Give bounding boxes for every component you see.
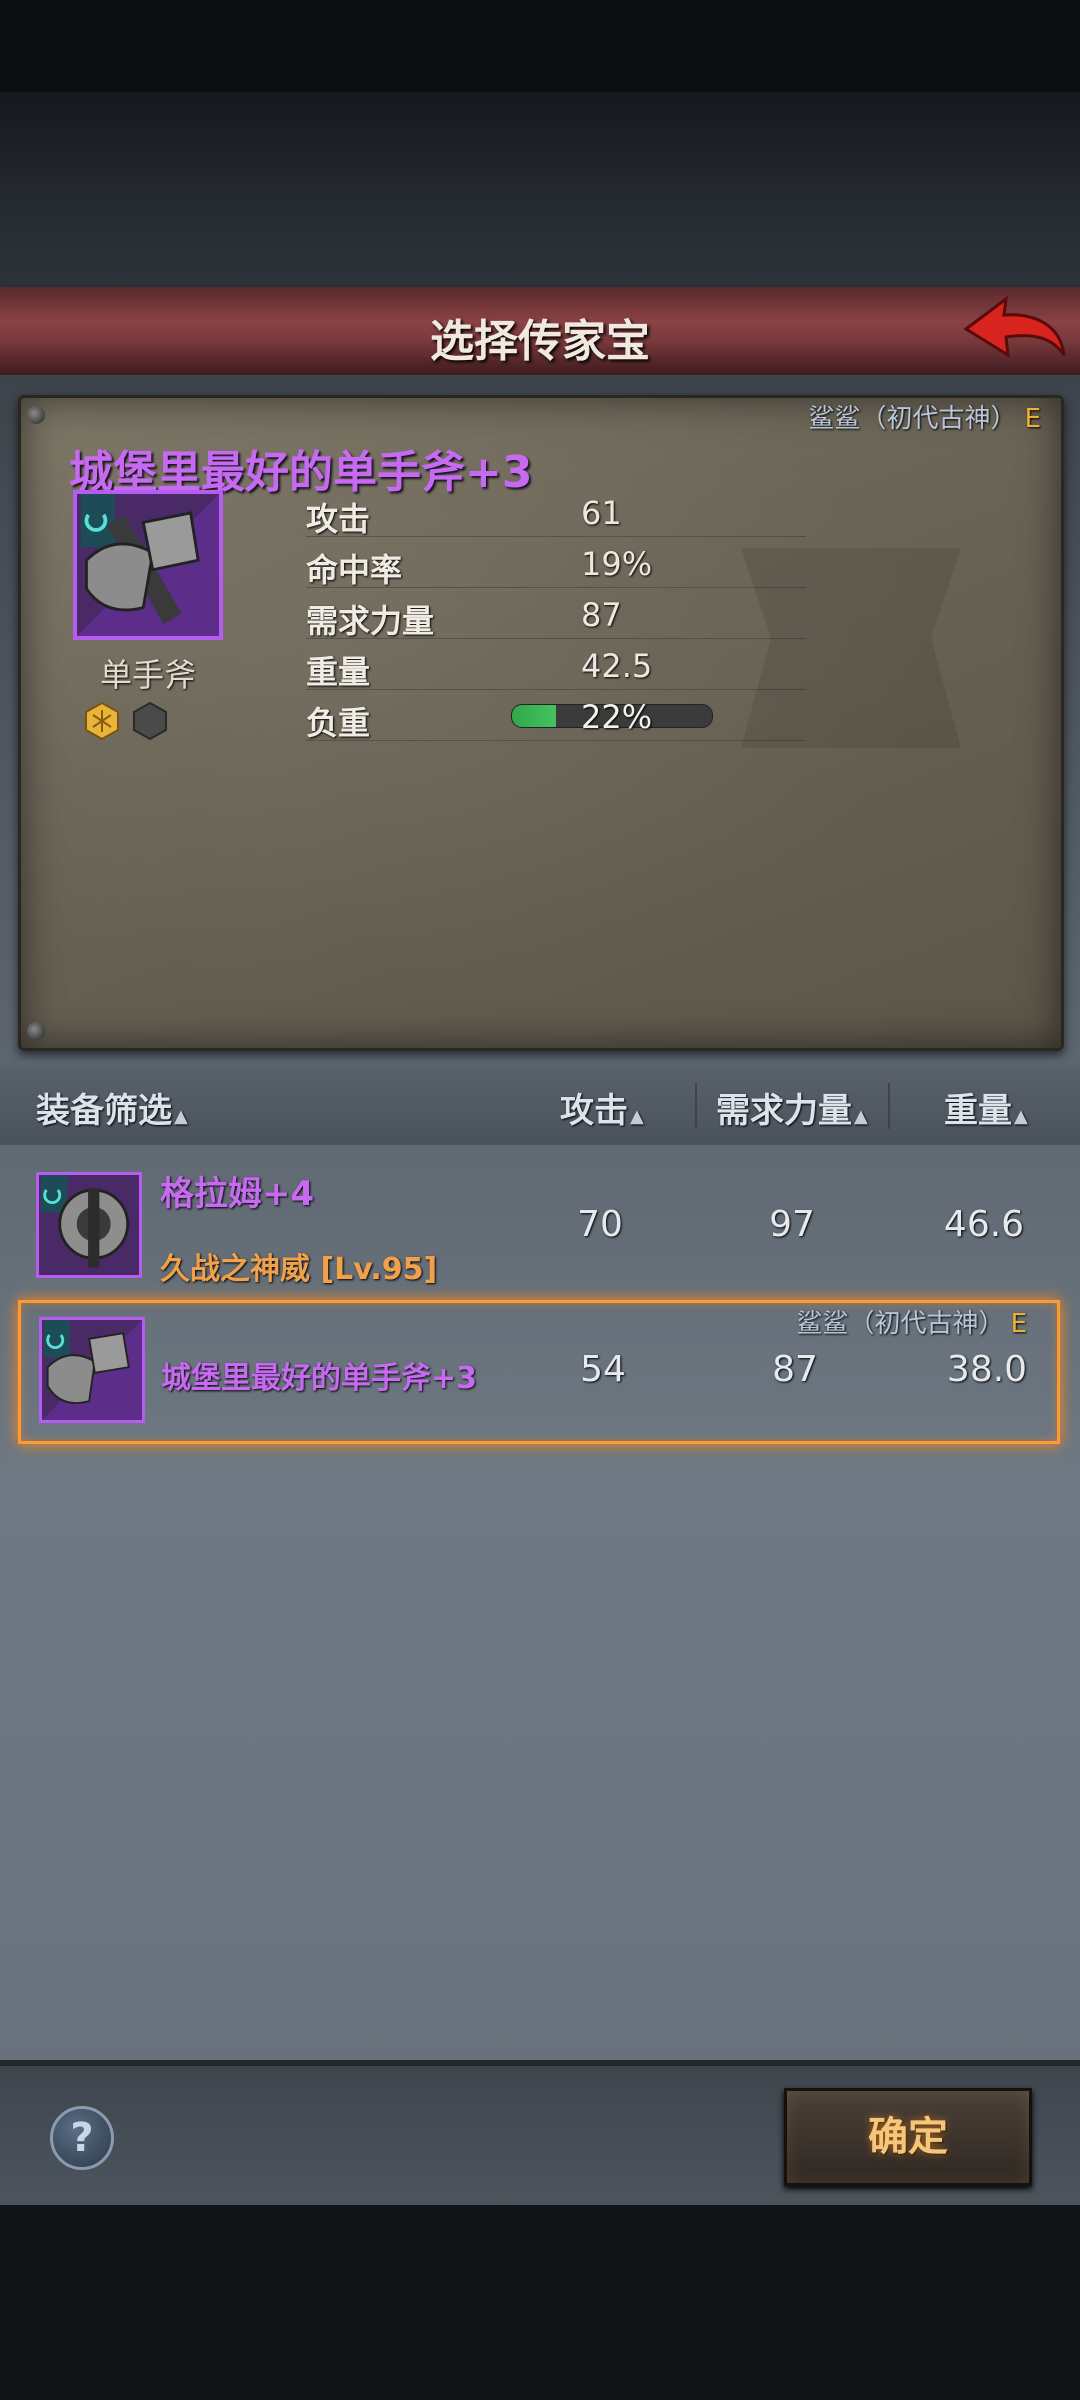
back-arrow-icon — [963, 295, 1066, 358]
item-detail-card: 鲨鲨（初代古神） E 城堡里最好的单手斧+3 单手斧 攻击 61 命中率 19% … — [18, 395, 1064, 1051]
column-divider — [695, 1083, 697, 1129]
page-title: 选择传家宝 — [430, 316, 650, 367]
stat-label: 攻击 — [306, 500, 371, 538]
strength-value: 97 — [769, 1204, 815, 1245]
grade-badge: E — [1010, 1309, 1027, 1339]
bottom-background — [0, 2205, 1080, 2400]
sort-strength-button[interactable]: 需求力量 ▲ — [716, 1083, 868, 1132]
stat-row-weight: 重量 42.5 — [306, 639, 806, 691]
attack-value: 70 — [577, 1204, 623, 1245]
strength-value: 87 — [772, 1349, 818, 1390]
bottom-bar: ? 确定 — [0, 2060, 1080, 2211]
list-item-selected[interactable]: 鲨鲨（初代古神） E 城堡里最好的单手斧+3 54 87 38.0 — [18, 1300, 1060, 1444]
title-bar: 选择传家宝 — [0, 287, 1080, 375]
load-progress-fill — [512, 705, 556, 727]
stat-label: 负重 — [306, 704, 371, 742]
skill-level: [Lv.95] — [320, 1252, 438, 1287]
sort-triangle-icon: ▲ — [1014, 1106, 1028, 1127]
item-name: 城堡里最好的单手斧+3 — [161, 1361, 478, 1396]
gold-gem-icon — [85, 702, 119, 740]
equipped-by-label: 鲨鲨（初代古神） E — [809, 398, 1041, 435]
list-item[interactable]: 格拉姆+4 久战之神威 [Lv.95] 70 97 46.6 — [0, 1160, 1080, 1300]
back-button[interactable] — [960, 293, 1070, 369]
top-background — [0, 92, 1080, 287]
stat-value: 42.5 — [581, 647, 653, 685]
empty-gem-slot-icon — [133, 702, 167, 740]
column-label: 需求力量 — [716, 1091, 852, 1131]
confirm-button[interactable]: 确定 — [784, 2088, 1032, 2186]
sort-attack-button[interactable]: 攻击 ▲ — [560, 1083, 644, 1132]
equipment-filter-button[interactable]: 装备筛选 ▲ — [36, 1083, 188, 1132]
stat-row-attack: 攻击 61 — [306, 486, 806, 538]
column-divider — [888, 1083, 890, 1129]
column-label: 攻击 — [560, 1091, 628, 1131]
owner-label: 鲨鲨（初代古神） E — [797, 1303, 1027, 1340]
grade-badge: E — [1024, 404, 1041, 434]
weight-value: 38.0 — [946, 1349, 1028, 1390]
weight-value: 46.6 — [943, 1204, 1025, 1245]
stat-value: 19% — [581, 545, 653, 583]
sort-weight-button[interactable]: 重量 ▲ — [944, 1083, 1028, 1132]
item-skill: 久战之神威 [Lv.95] — [160, 1244, 437, 1288]
rivet — [27, 1022, 45, 1040]
item-name: 格拉姆+4 — [160, 1174, 315, 1214]
stat-label: 重量 — [306, 653, 371, 691]
axe-icon — [73, 490, 223, 640]
column-label: 重量 — [944, 1091, 1012, 1131]
greataxe-icon — [36, 1172, 142, 1278]
axe-icon — [39, 1317, 145, 1423]
rivet — [27, 406, 45, 424]
load-value: 22% — [581, 698, 653, 736]
stat-value: 87 — [581, 596, 622, 634]
stat-label: 命中率 — [306, 551, 403, 589]
attack-value: 54 — [580, 1349, 626, 1390]
skill-name: 久战之神威 — [160, 1252, 310, 1287]
sort-triangle-icon: ▲ — [630, 1106, 644, 1127]
stat-row-accuracy: 命中率 19% — [306, 537, 806, 589]
stat-row-load: 负重 22% — [306, 690, 806, 742]
sort-triangle-icon: ▲ — [174, 1106, 188, 1127]
owner-name: 鲨鲨（初代古神） — [796, 1309, 1005, 1339]
item-type: 单手斧 — [99, 656, 196, 694]
stats-table: 攻击 61 命中率 19% 需求力量 87 重量 42.5 负重 22% — [306, 486, 806, 742]
stat-value: 61 — [581, 494, 622, 532]
help-button[interactable]: ? — [50, 2106, 114, 2170]
sort-triangle-icon: ▲ — [854, 1106, 868, 1127]
owner-name: 鲨鲨（初代古神） — [808, 404, 1017, 434]
filter-label: 装备筛选 — [36, 1091, 172, 1131]
stat-label: 需求力量 — [306, 602, 435, 640]
stat-row-strength: 需求力量 87 — [306, 588, 806, 640]
filter-header: 装备筛选 ▲ 攻击 ▲ 需求力量 ▲ 重量 ▲ — [0, 1065, 1080, 1145]
